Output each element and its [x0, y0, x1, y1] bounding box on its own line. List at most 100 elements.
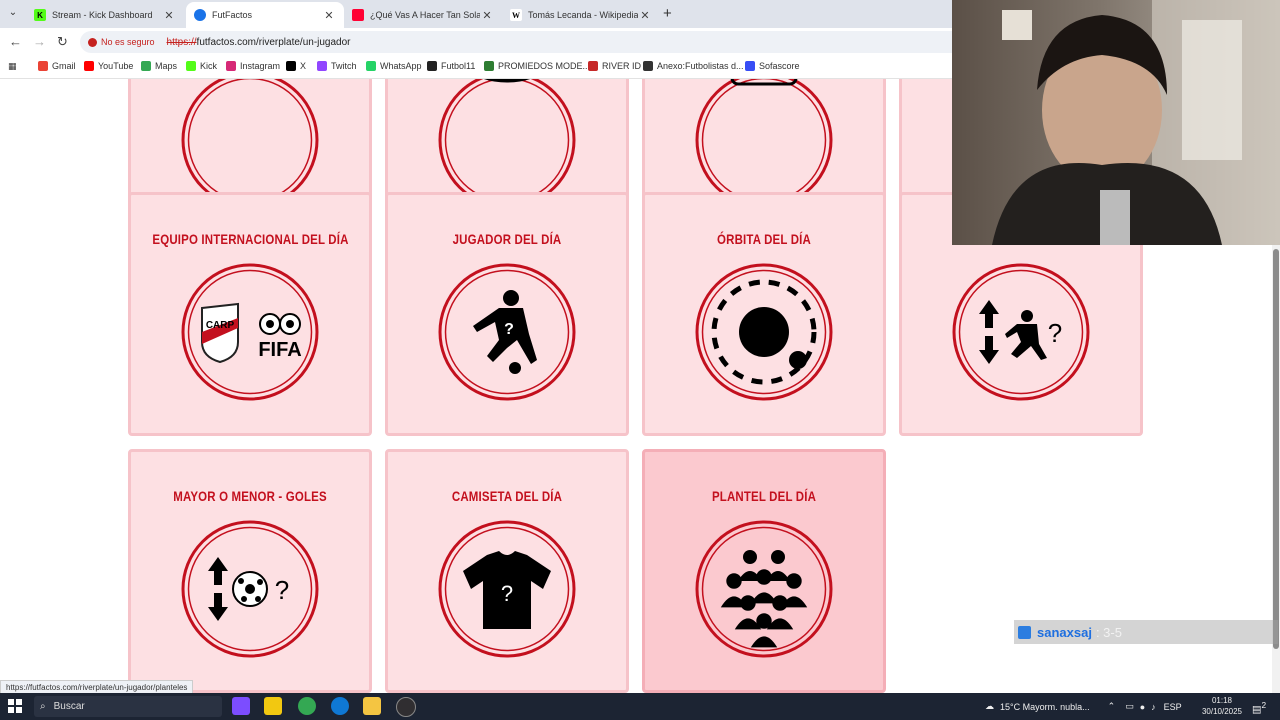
close-icon[interactable]: ✕ — [322, 9, 336, 22]
kick-favicon-icon: K — [34, 9, 46, 21]
notification-count: 2 — [1261, 700, 1267, 710]
bookmark-favicon-icon — [141, 61, 151, 71]
game-card-title: CAMISETA DEL DÍA — [451, 488, 563, 504]
system-tray: ☁ 15°C Mayorm. nubla... ⌃ ▭ ● ♪ ESP — [985, 693, 1182, 720]
bookmark-3[interactable]: Kick — [186, 61, 217, 71]
bookmark-favicon-icon — [38, 61, 48, 71]
bookmark-favicon-icon — [588, 61, 598, 71]
edge-app-icon[interactable] — [331, 697, 349, 715]
orbit-icon — [695, 263, 833, 401]
bookmark-favicon-icon — [366, 61, 376, 71]
game-card-title: MAYOR O MENOR - GOLES — [173, 488, 327, 504]
close-icon[interactable]: ✕ — [480, 9, 494, 22]
fifa-text: FIFA — [258, 339, 301, 361]
game-card-river-fifa[interactable]: EQUIPO INTERNACIONAL DEL DÍA CARP FIFA — [128, 192, 372, 436]
webcam-overlay — [952, 0, 1280, 245]
bookmark-label: Futbol11 — [441, 61, 476, 71]
chat-message: : 3-5 — [1095, 624, 1122, 640]
obs-app-icon[interactable] — [396, 697, 416, 717]
warning-icon — [88, 37, 97, 47]
tab-label: Stream - Kick Dashboard — [52, 10, 153, 20]
tab-label: FutFactos — [212, 10, 253, 20]
tab-futfactos[interactable]: FutFactos ✕ — [186, 2, 344, 28]
url-text: futfactos.com/riverplate/un-jugador — [196, 36, 351, 48]
forward-icon[interactable]: → — [33, 34, 46, 49]
youtube-favicon-icon — [352, 9, 364, 21]
bookmark-label: Instagram — [240, 61, 281, 71]
bookmark-10[interactable]: RIVER ID — [588, 61, 641, 71]
taskbar-search[interactable]: ⌕ Buscar — [34, 696, 222, 717]
weather-text[interactable]: 15°C Mayorm. nubla... — [1000, 702, 1090, 712]
bookmark-9[interactable]: PROMIEDOS MODE... — [484, 61, 590, 71]
tab-kick-dashboard[interactable]: K Stream - Kick Dashboard ✕ — [26, 2, 184, 28]
bookmark-label: Anexo:Futbolistas d... — [657, 61, 744, 71]
weather-icon: ☁ — [985, 701, 994, 711]
bookmark-5[interactable]: X — [286, 61, 306, 71]
address-bar[interactable]: No es seguro https:// futfactos.com/rive… — [80, 31, 980, 53]
bookmark-label: Kick — [200, 61, 218, 71]
calendar-icon — [181, 79, 319, 209]
search-placeholder: Buscar — [53, 701, 85, 712]
security-chip[interactable]: No es seguro — [88, 37, 155, 47]
bookmark-6[interactable]: Twitch — [317, 61, 357, 71]
tab-search-dropdown[interactable]: ⌄ — [6, 7, 20, 21]
new-tab-button[interactable]: + — [663, 5, 672, 22]
copilot-app-icon[interactable] — [232, 697, 250, 715]
tv-icon — [695, 79, 833, 209]
bookmark-2[interactable]: Maps — [141, 61, 177, 71]
game-card-higher-lower-goals[interactable]: MAYOR O MENOR - GOLES? — [128, 449, 372, 693]
language-indicator[interactable]: ESP — [1164, 702, 1182, 712]
game-card-title: EQUIPO INTERNACIONAL DEL DÍA — [152, 231, 349, 247]
bookmark-4[interactable]: Instagram — [226, 61, 280, 71]
game-card-orbit[interactable]: ÓRBITA DEL DÍA — [642, 192, 886, 436]
game-card-title: JUGADOR DEL DÍA — [452, 231, 562, 247]
clock-date: 30/10/2025 — [1201, 707, 1243, 716]
volume-icon[interactable]: ♪ — [1151, 702, 1156, 712]
bookmark-label: X — [300, 61, 307, 71]
tab-label: Tomás Lecanda - Wikipedia, la — [528, 10, 638, 20]
bookmark-0[interactable]: Gmail — [38, 61, 76, 71]
bookmark-favicon-icon — [643, 61, 653, 71]
bookmark-label: Maps — [155, 61, 178, 71]
player-question-icon: ? — [438, 263, 576, 401]
clock[interactable]: 01:18 30/10/2025 — [1200, 695, 1244, 717]
svg-text:CARP: CARP — [206, 320, 235, 331]
chrome-app-icon[interactable] — [298, 697, 316, 715]
clock-time: 01:18 — [1211, 696, 1233, 705]
chat-badge-icon — [1018, 625, 1031, 639]
game-card-shirt-question[interactable]: CAMISETA DEL DÍA? — [385, 449, 629, 693]
scrollbar-thumb[interactable] — [1273, 249, 1279, 649]
svg-text:?: ? — [1048, 318, 1062, 348]
bookmark-12[interactable]: Sofascore — [745, 61, 800, 71]
close-icon[interactable]: ✕ — [162, 9, 176, 22]
tab-wikipedia[interactable]: W Tomás Lecanda - Wikipedia, la ✕ — [502, 2, 660, 28]
windows-start-icon[interactable] — [8, 699, 22, 713]
search-icon: ⌕ — [40, 701, 46, 712]
store-app-icon[interactable] — [264, 697, 282, 715]
microphone-icon[interactable]: ● — [1140, 702, 1145, 712]
close-icon[interactable]: ✕ — [638, 9, 652, 22]
bookmark-7[interactable]: WhatsApp — [366, 61, 422, 71]
bookmark-11[interactable]: Anexo:Futbolistas d... — [643, 61, 744, 71]
game-card-player-question[interactable]: JUGADOR DEL DÍA? — [385, 192, 629, 436]
bookmark-1[interactable]: YouTube — [84, 61, 133, 71]
file-explorer-icon[interactable] — [363, 697, 381, 715]
squad-icon — [695, 520, 833, 658]
security-label: No es seguro — [101, 37, 155, 47]
bookmark-favicon-icon — [317, 61, 327, 71]
game-card-title: ÓRBITA DEL DÍA — [717, 231, 811, 247]
game-card-squad[interactable]: PLANTEL DEL DÍA — [642, 449, 886, 693]
windows-taskbar: ⌕ Buscar ☁ 15°C Mayorm. nubla... ⌃ ▭ ● ♪… — [0, 693, 1280, 720]
back-icon[interactable]: ← — [9, 34, 22, 49]
svg-text:?: ? — [501, 581, 513, 606]
notification-icon[interactable]: ▤2 — [1252, 700, 1266, 715]
network-icon[interactable]: ▭ — [1125, 701, 1134, 712]
tab-youtube-song[interactable]: ¿Qué Vas A Hacer Tan Sola Hoy ✕ — [344, 2, 502, 28]
url-scheme: https:// — [166, 36, 197, 48]
svg-text:?: ? — [504, 321, 514, 338]
bookmark-8[interactable]: Futbol11 — [427, 61, 475, 71]
apps-grid-icon[interactable]: ▦ — [8, 61, 17, 72]
chevron-up-icon[interactable]: ⌃ — [1108, 701, 1116, 712]
tab-label: ¿Qué Vas A Hacer Tan Sola Hoy — [370, 10, 480, 20]
reload-icon[interactable]: ↻ — [57, 34, 68, 50]
